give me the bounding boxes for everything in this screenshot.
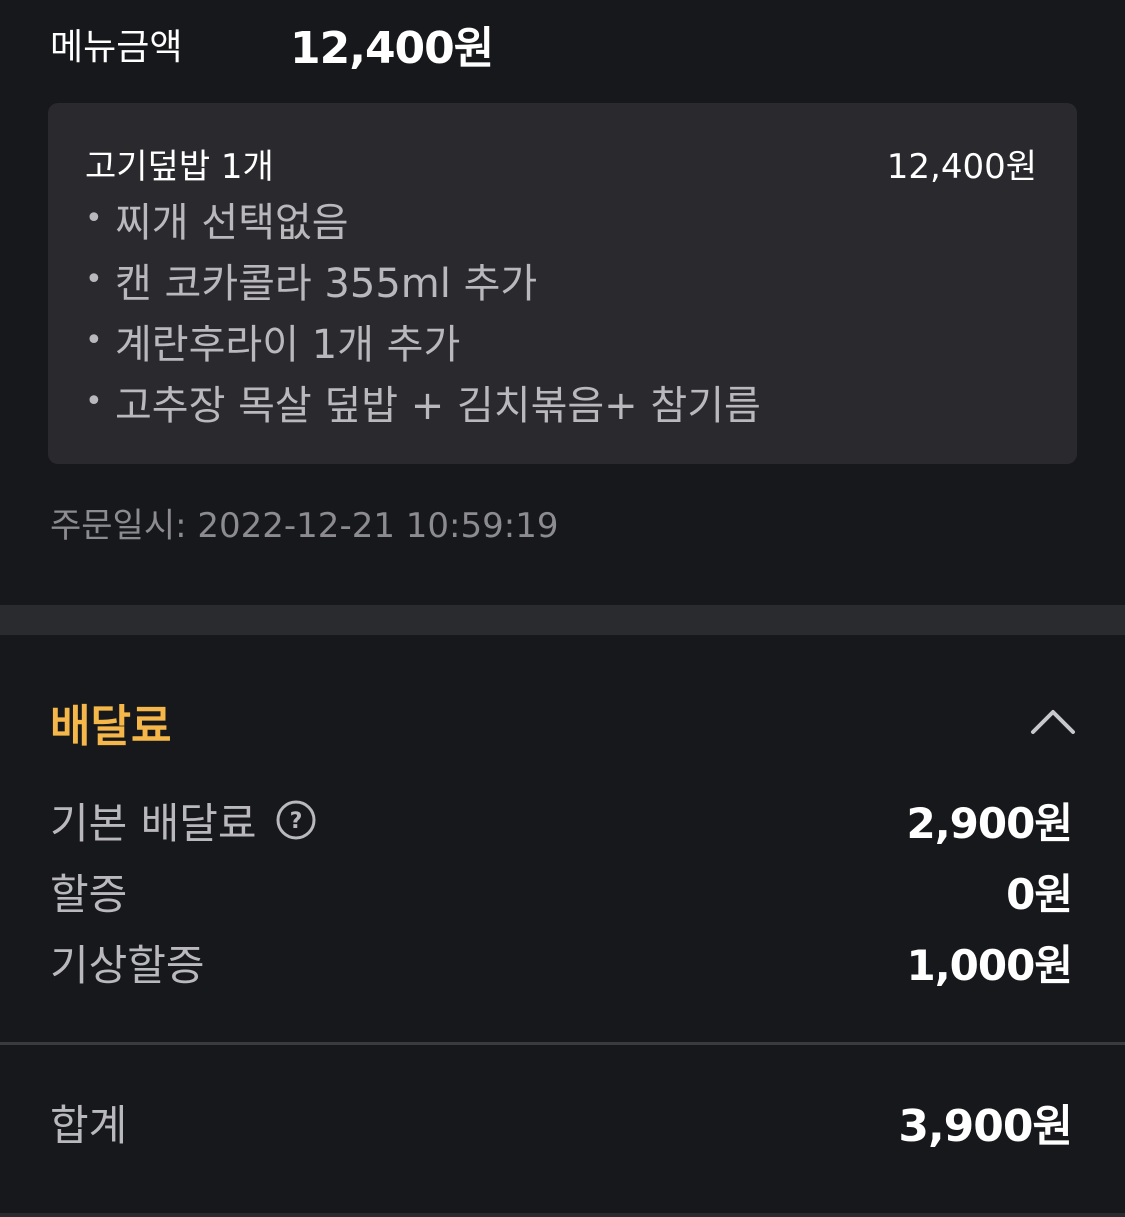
total-label: 합계 — [50, 1100, 128, 1150]
order-option: • 고추장 목살 덮밥 + 김치볶음+ 참기름 — [85, 371, 761, 432]
fee-label-text: 기본 배달료 — [50, 798, 257, 848]
fee-value: 0원 — [1006, 869, 1073, 919]
section-divider — [0, 605, 1125, 635]
order-item-name: 고기덮밥 1개 — [85, 147, 274, 187]
order-option: • 계란후라이 1개 추가 — [85, 310, 761, 371]
order-item-options: • 찌개 선택없음 • 캔 코카콜라 355ml 추가 • 계란후라이 1개 추… — [85, 188, 761, 432]
bullet-icon: • — [85, 201, 103, 236]
svg-text:?: ? — [289, 809, 302, 834]
menu-amount-value: 12,400원 — [290, 23, 494, 74]
menu-amount-row: 메뉴금액 12,400원 — [50, 14, 494, 74]
fee-value: 2,900원 — [906, 798, 1073, 848]
fee-label: 기상할증 — [50, 940, 205, 990]
order-option-text: 찌개 선택없음 — [115, 199, 349, 246]
bullet-icon: • — [85, 323, 103, 358]
order-item-card: 고기덮밥 1개 12,400원 • 찌개 선택없음 • 캔 코카콜라 355ml… — [48, 103, 1077, 464]
order-option-text: 캔 코카콜라 355ml 추가 — [115, 260, 538, 307]
fee-label: 기본 배달료 ? — [50, 790, 317, 851]
order-timestamp: 주문일시: 2022-12-21 10:59:19 — [50, 506, 559, 546]
bottom-divider — [0, 1213, 1125, 1217]
fee-row-surcharge: 할증 0원 — [50, 861, 1073, 921]
order-option: • 찌개 선택없음 — [85, 188, 761, 249]
collapse-button[interactable] — [1025, 700, 1081, 740]
fee-row-weather-surcharge: 기상할증 1,000원 — [50, 932, 1073, 992]
bullet-icon: • — [85, 262, 103, 297]
total-row: 합계 3,900원 — [50, 1092, 1073, 1153]
order-option: • 캔 코카콜라 355ml 추가 — [85, 249, 761, 310]
total-divider — [0, 1042, 1125, 1045]
bullet-icon: • — [85, 384, 103, 419]
order-option-text: 계란후라이 1개 추가 — [115, 321, 461, 368]
chevron-up-icon — [1031, 710, 1075, 734]
menu-amount-label: 메뉴금액 — [50, 27, 183, 68]
fee-value: 1,000원 — [906, 940, 1073, 990]
question-circle-icon[interactable]: ? — [275, 799, 317, 841]
fee-row-base: 기본 배달료 ? 2,900원 — [50, 790, 1073, 851]
order-item-price: 12,400원 — [886, 147, 1037, 187]
total-value: 3,900원 — [898, 1101, 1073, 1152]
order-option-text: 고추장 목살 덮밥 + 김치볶음+ 참기름 — [115, 382, 761, 429]
delivery-fee-title: 배달료 — [50, 701, 172, 752]
fee-label: 할증 — [50, 869, 128, 919]
